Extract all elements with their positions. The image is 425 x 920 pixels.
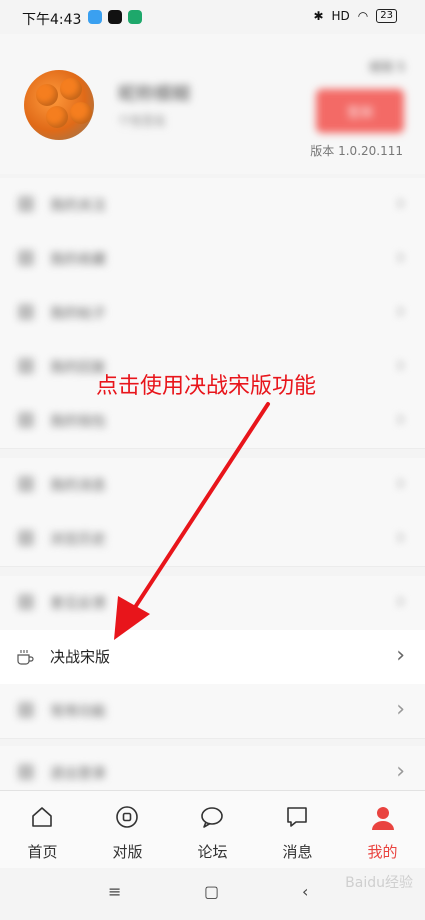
home-icon [32,807,52,827]
menu-item-label: 我的消息 [50,478,106,494]
chevron-right-icon: › [396,643,405,668]
menu-item-label: 我的关注 [50,198,106,214]
menu-item[interactable]: 我的消息 › [0,458,425,513]
user-subtitle: 个性签名 [118,114,167,128]
tab-compare[interactable]: 对版 [85,791,170,869]
menu-item-label: 决战宋版 [50,648,111,666]
tab-label: 我的 [367,843,398,861]
annotation-text: 点击使用决战宋版功能 [96,374,317,399]
chevron-right-icon: › [396,245,405,270]
forum-icon [201,807,223,828]
compare-icon [116,806,138,828]
tab-mine[interactable]: 我的 [340,791,425,869]
tiktok-icon [108,10,122,24]
menu-item[interactable]: 常用功能 › [0,684,425,739]
menu-item-icon [18,530,34,546]
profile-icon [372,807,394,830]
menu-item[interactable]: 意见反馈 › [0,576,425,631]
chevron-right-icon: › [396,471,405,496]
menu-item[interactable]: 我的钱包 › [0,394,425,449]
chevron-right-icon: › [396,759,405,784]
menu-item-label: 我的收藏 [50,252,106,268]
username: 昵称模糊 [118,84,190,105]
menu-item-juezhan-songban[interactable]: 决战宋版 › [0,630,425,685]
message-icon [287,807,307,827]
chevron-right-icon: › [396,525,405,550]
home-square-icon[interactable]: ▢ [204,882,219,901]
version-label: 版本 1.0.20.111 [310,144,403,158]
menu-icon[interactable]: ≡ [108,882,121,901]
menu-item-label: 意见反馈 [50,596,106,612]
profile-header: 昵称模糊 个性签名 经验 5 签到 版本 1.0.20.111 [0,34,425,174]
chevron-right-icon: › [396,697,405,722]
menu-item-icon [18,250,34,266]
menu-item-icon [18,476,34,492]
status-time: 下午4:43 [22,12,82,28]
bluetooth-icon: ✱ [313,9,324,23]
tab-label: 论坛 [197,843,228,861]
chevron-right-icon: › [396,353,405,378]
chevron-right-icon: › [396,407,405,432]
tab-label: 对版 [112,843,143,861]
wifi-icon: ◠ [357,9,369,23]
menu-item-icon [18,594,34,610]
watermark: Baidu经验 [345,875,413,891]
menu-item-icon [18,702,34,718]
sign-in-button[interactable]: 签到 [316,89,404,133]
experience-label: 经验 5 [369,60,405,74]
avatar[interactable] [24,70,94,140]
app-notification-icon [88,10,102,24]
signal-icon: HD [331,9,350,23]
chevron-right-icon: › [396,589,405,614]
bottom-tab-bar: 首页 对版 论坛 消息 我的 [0,790,425,869]
shield-app-icon [128,10,142,24]
chevron-right-icon: › [396,299,405,324]
menu-item[interactable]: 浏览历史 › [0,512,425,567]
status-indicators: ✱ HD ◠ 23 [313,9,397,23]
menu-item-label: 常用功能 [50,704,106,720]
menu-item-label: 退出登录 [50,766,106,782]
back-icon[interactable]: ‹ [302,882,308,901]
menu-item-icon [18,304,34,320]
chevron-right-icon: › [396,191,405,216]
menu-item-icon [18,412,34,428]
menu-item-label: 我的钱包 [50,414,106,430]
menu-item-label: 我的帖子 [50,306,106,322]
menu-item-icon [18,358,34,374]
menu-item-label: 浏览历史 [50,532,106,548]
status-bar: 下午4:43 ✱ HD ◠ 23 [0,0,425,34]
tab-label: 消息 [282,843,313,861]
menu-item-icon [18,196,34,212]
tab-home[interactable]: 首页 [0,791,85,869]
tab-label: 首页 [27,843,58,861]
battery-icon: 23 [376,9,397,23]
cup-icon [17,650,34,665]
tab-messages[interactable]: 消息 [255,791,340,869]
menu-item-icon [18,764,34,780]
tab-forum[interactable]: 论坛 [170,791,255,869]
menu-item[interactable]: 我的收藏 › [0,232,425,287]
menu-item[interactable]: 我的帖子 › [0,286,425,341]
menu-item[interactable]: 我的关注 › [0,178,425,233]
